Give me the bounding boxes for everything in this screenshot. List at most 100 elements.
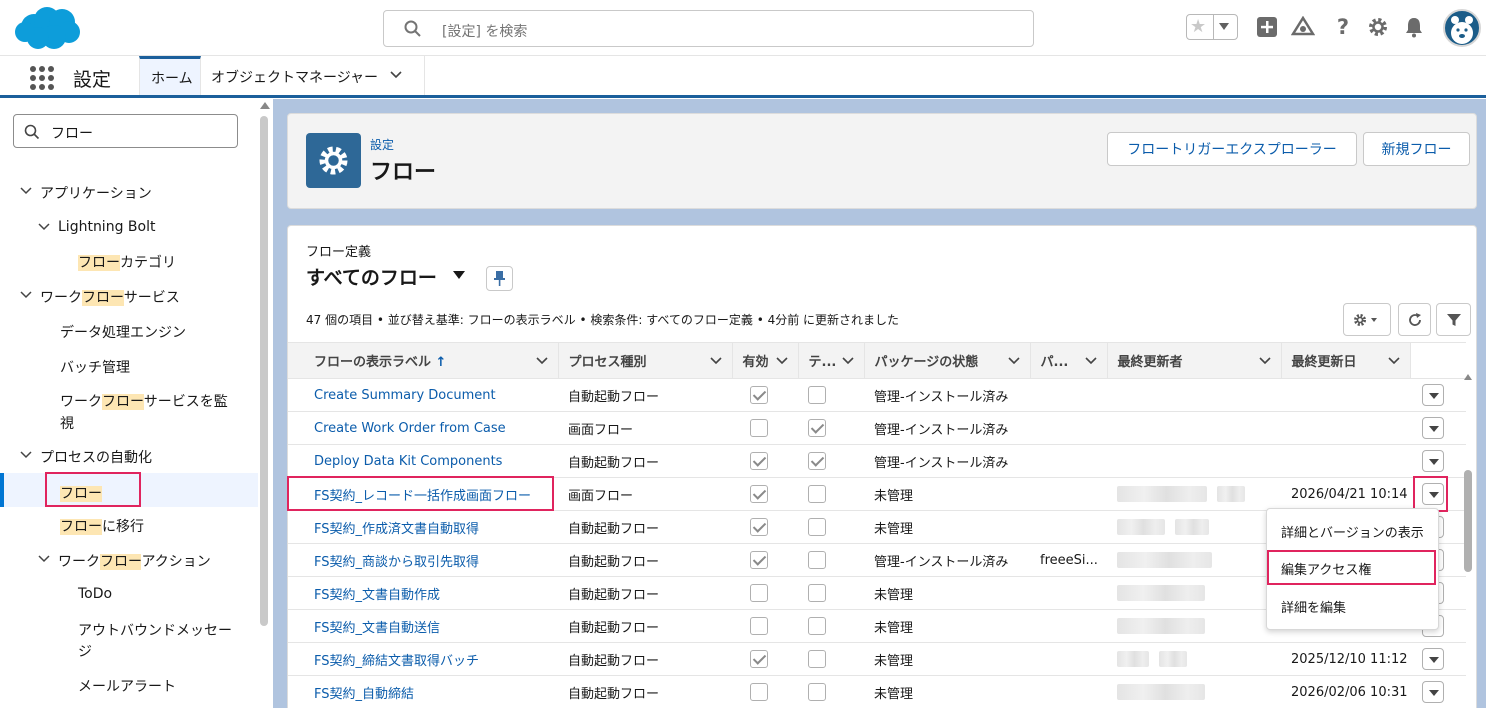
menu-item-edit-details[interactable]: 詳細を編集: [1281, 597, 1346, 616]
annotation-highlight-box: [1267, 550, 1436, 585]
sidebar-item-migrate-to-flow[interactable]: フローに移行: [60, 516, 144, 536]
flow-link[interactable]: FS契約_締結文書取得バッチ: [314, 654, 479, 669]
cell-active: [732, 642, 798, 676]
salesforce-logo[interactable]: [14, 5, 82, 51]
sidebar-item-apps[interactable]: アプリケーション: [20, 183, 152, 203]
chevron-down-icon[interactable]: [20, 450, 32, 460]
trailhead-icon[interactable]: [1290, 14, 1316, 40]
filter-button[interactable]: [1436, 303, 1471, 336]
tab-object-manager[interactable]: オブジェクトマネージャー: [201, 56, 425, 95]
refresh-button[interactable]: [1398, 303, 1431, 336]
sidebar-item-todo[interactable]: ToDo: [78, 586, 112, 602]
sidebar-scrollbar[interactable]: [260, 116, 268, 626]
table-row: FS契約_締結文書取得バッチ 自動起動フロー 未管理 2025/12/10 11:12: [288, 642, 1466, 676]
filter-icon: [1446, 313, 1461, 326]
cell-active: [732, 411, 798, 445]
setup-gear-icon: [306, 133, 361, 188]
column-header-last-modified-by[interactable]: 最終更新者: [1107, 342, 1282, 379]
help-icon[interactable]: ?: [1330, 14, 1356, 40]
chevron-down-icon[interactable]: [38, 222, 50, 232]
chevron-down-icon[interactable]: [775, 356, 788, 365]
chevron-down-icon[interactable]: [1219, 23, 1229, 30]
sidebar-item-workflow-services[interactable]: ワークフローサービス: [20, 287, 180, 307]
scroll-up-arrow-icon[interactable]: [260, 102, 270, 109]
scrollbar-thumb[interactable]: [1464, 470, 1472, 572]
sidebar-item-lightning-bolt[interactable]: Lightning Bolt: [38, 219, 155, 235]
cell-process-type: 自動起動フロー: [558, 378, 732, 412]
tab-home[interactable]: ホーム: [139, 56, 201, 95]
row-action-dropdown-icon[interactable]: [1422, 450, 1444, 472]
favorites-star-icon: ★: [1190, 16, 1207, 37]
list-view-settings-button[interactable]: [1343, 303, 1391, 336]
avatar[interactable]: [1443, 9, 1481, 47]
global-search-box[interactable]: [設定] を検索: [383, 10, 1034, 47]
sidebar-item-data-processing[interactable]: データ処理エンジン: [60, 322, 186, 342]
row-action-dropdown-icon[interactable]: [1422, 681, 1444, 703]
column-header-label[interactable]: フローの表示ラベル ↑: [288, 342, 559, 379]
flow-link[interactable]: FS契約_自動締結: [314, 687, 414, 702]
list-view-picker-icon[interactable]: [453, 271, 465, 279]
cell-process-type: 自動起動フロー: [558, 510, 732, 544]
flow-link[interactable]: Deploy Data Kit Components: [314, 454, 502, 469]
sidebar-item-outbound-message-wrap[interactable]: ジ: [78, 641, 92, 661]
scroll-up-arrow-icon[interactable]: [1464, 374, 1472, 380]
chevron-down-icon[interactable]: [20, 186, 32, 196]
cell-label: Create Summary Document: [288, 378, 558, 412]
flow-trigger-explorer-button[interactable]: フロートリガーエクスプローラー: [1107, 132, 1357, 166]
add-icon[interactable]: [1254, 14, 1280, 40]
cell-template: [798, 411, 864, 445]
flow-link[interactable]: FS契約_文書自動作成: [314, 588, 440, 603]
column-header-package[interactable]: パ...: [1030, 342, 1108, 379]
column-header-process-type[interactable]: プロセス種別: [558, 342, 733, 379]
cell-package-state: 未管理: [864, 642, 1030, 676]
column-header-last-modified-date[interactable]: 最終更新日: [1281, 342, 1411, 379]
chevron-down-icon[interactable]: [1258, 356, 1271, 365]
chevron-down-icon[interactable]: [38, 554, 50, 564]
sidebar-item-process-automation[interactable]: プロセスの自動化: [20, 447, 152, 467]
sidebar-item-monitor-workflow[interactable]: ワークフローサービスを監: [60, 391, 228, 411]
sidebar-item-monitor-workflow-wrap[interactable]: 視: [60, 413, 74, 433]
column-header-active[interactable]: 有効: [732, 342, 799, 379]
sidebar-item-flow-category[interactable]: フローカテゴリ: [78, 252, 176, 272]
gear-icon[interactable]: [1365, 14, 1391, 40]
chevron-down-icon[interactable]: [1084, 356, 1097, 365]
chevron-down-icon[interactable]: [1387, 356, 1400, 365]
favorites-button[interactable]: ★: [1186, 14, 1238, 40]
chevron-down-icon[interactable]: [709, 356, 722, 365]
list-view-name[interactable]: すべてのフロー: [306, 263, 437, 290]
sidebar-item-batch[interactable]: バッチ管理: [60, 357, 130, 377]
flow-link[interactable]: FS契約_文書自動送信: [314, 621, 440, 636]
sort-ascending-icon: ↑: [435, 355, 447, 370]
chevron-down-icon[interactable]: [535, 356, 548, 365]
row-action-dropdown-icon[interactable]: [1422, 384, 1444, 406]
flow-link[interactable]: FS契約_作成済文書自動取得: [314, 522, 479, 537]
column-header-template[interactable]: テ...: [798, 342, 865, 379]
flow-link[interactable]: FS契約_商談から取引先取得: [314, 555, 479, 570]
quick-find-input[interactable]: フロー: [13, 114, 238, 148]
chevron-down-icon[interactable]: [20, 290, 32, 300]
chevron-down-icon[interactable]: [389, 70, 403, 80]
bell-icon[interactable]: [1401, 14, 1427, 40]
annotation-highlight-box: [287, 476, 554, 511]
row-action-dropdown-icon[interactable]: [1422, 648, 1444, 670]
chevron-down-icon[interactable]: [1007, 356, 1020, 365]
template-checkbox: [808, 584, 826, 602]
column-header-package-state[interactable]: パッケージの状態: [864, 342, 1031, 379]
row-action-dropdown-icon[interactable]: [1422, 417, 1444, 439]
sidebar-item-email-alert[interactable]: メールアラート: [78, 676, 176, 696]
app-launcher-icon[interactable]: [30, 66, 54, 90]
cell-process-type: 自動起動フロー: [558, 543, 732, 577]
flow-link[interactable]: Create Summary Document: [314, 388, 496, 403]
menu-item-view-details-versions[interactable]: 詳細とバージョンの表示: [1281, 522, 1424, 541]
cell-active: [732, 444, 798, 478]
breadcrumb[interactable]: 設定: [370, 136, 394, 153]
redacted-user: [1117, 618, 1205, 634]
chevron-down-icon[interactable]: [841, 356, 854, 365]
table-scrollbar[interactable]: [1464, 374, 1472, 708]
sidebar-item-workflow-actions[interactable]: ワークフローアクション: [38, 551, 211, 571]
new-flow-button[interactable]: 新規フロー: [1363, 132, 1470, 166]
sidebar-item-outbound-message[interactable]: アウトバウンドメッセー: [78, 620, 232, 640]
pin-icon[interactable]: [486, 266, 513, 291]
template-checkbox: [808, 551, 826, 569]
flow-link[interactable]: Create Work Order from Case: [314, 421, 506, 436]
